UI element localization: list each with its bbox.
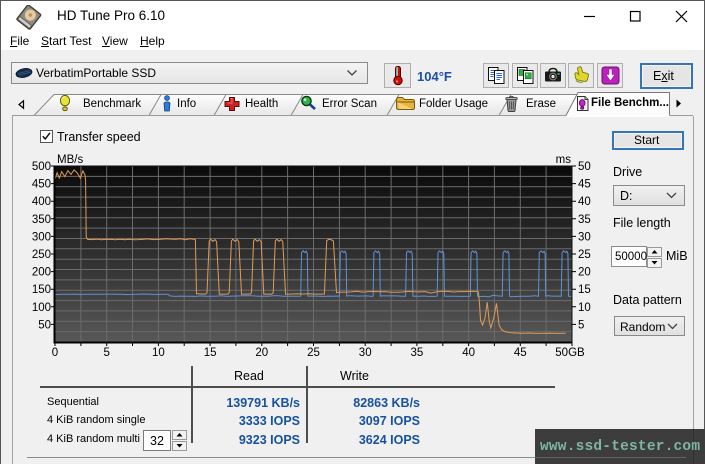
svg-text:200: 200: [32, 267, 51, 279]
svg-text:15: 15: [204, 347, 217, 359]
svg-text:30: 30: [359, 347, 372, 359]
svg-text:150: 150: [32, 284, 51, 296]
svg-text:300: 300: [32, 231, 51, 243]
svg-text:450: 450: [32, 179, 51, 191]
svg-text:50: 50: [38, 319, 51, 331]
svg-text:400: 400: [32, 196, 51, 208]
svg-text:30: 30: [578, 231, 591, 243]
svg-text:45: 45: [514, 347, 527, 359]
svg-text:50GB: 50GB: [555, 347, 585, 359]
svg-text:45: 45: [578, 179, 591, 191]
svg-text:20: 20: [255, 347, 268, 359]
svg-text:40: 40: [578, 196, 591, 208]
svg-text:40: 40: [462, 347, 475, 359]
svg-text:25: 25: [307, 347, 320, 359]
svg-text:15: 15: [578, 284, 591, 296]
svg-text:5: 5: [103, 347, 109, 359]
svg-text:10: 10: [152, 347, 165, 359]
svg-text:25: 25: [578, 249, 591, 261]
svg-text:ms: ms: [556, 154, 572, 166]
svg-text:MB/s: MB/s: [57, 154, 83, 166]
svg-text:0: 0: [52, 347, 58, 359]
svg-text:250: 250: [32, 249, 51, 261]
svg-text:500: 500: [32, 161, 51, 173]
svg-text:5: 5: [578, 319, 584, 331]
svg-text:35: 35: [411, 347, 424, 359]
svg-text:10: 10: [578, 302, 591, 314]
svg-text:20: 20: [578, 267, 591, 279]
svg-text:100: 100: [32, 302, 51, 314]
svg-text:35: 35: [578, 214, 591, 226]
svg-text:50: 50: [578, 161, 591, 173]
svg-text:350: 350: [32, 214, 51, 226]
